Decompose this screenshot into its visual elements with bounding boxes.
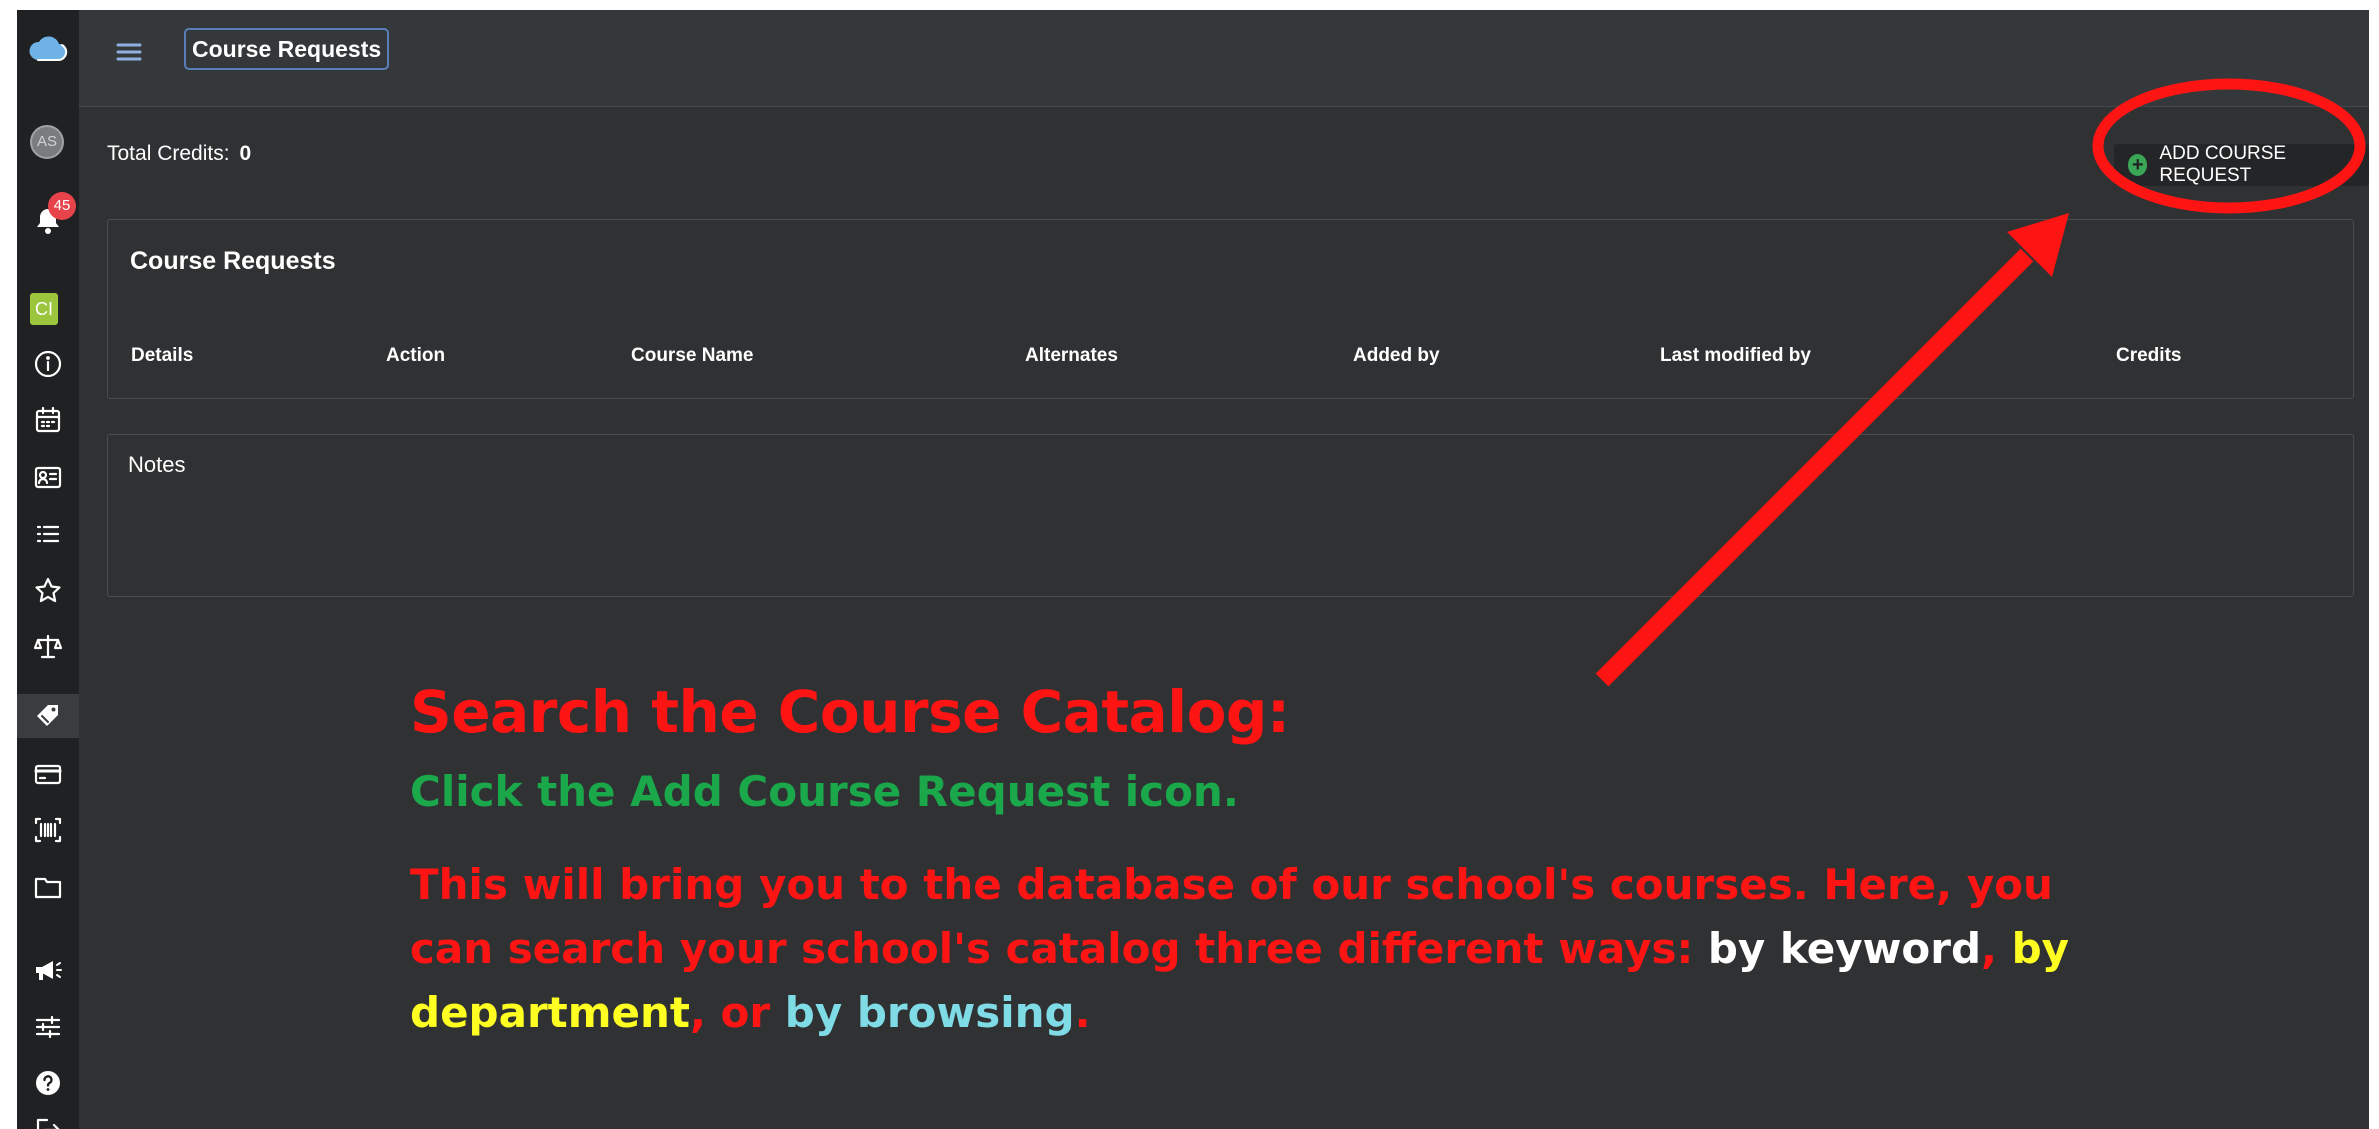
annotation-body: This will bring you to the database of o…	[410, 853, 2090, 1045]
annotation-subheading: Click the Add Course Request icon.	[410, 767, 1239, 816]
annotation-sep2: , or	[689, 988, 785, 1037]
pointer-arrow-shaft	[1595, 248, 2034, 687]
annotation-heading: Search the Course Catalog:	[410, 678, 1290, 746]
highlight-ellipse	[2092, 78, 2366, 214]
annotation-end: .	[1074, 988, 1091, 1037]
annotation-keyword: by keyword	[1707, 924, 1982, 973]
app-window: AS 45 CI Course Requests Total Credits: …	[17, 10, 2369, 1129]
annotation-browsing: by browsing	[784, 988, 1075, 1037]
annotation-sep1: ,	[1981, 924, 2012, 973]
